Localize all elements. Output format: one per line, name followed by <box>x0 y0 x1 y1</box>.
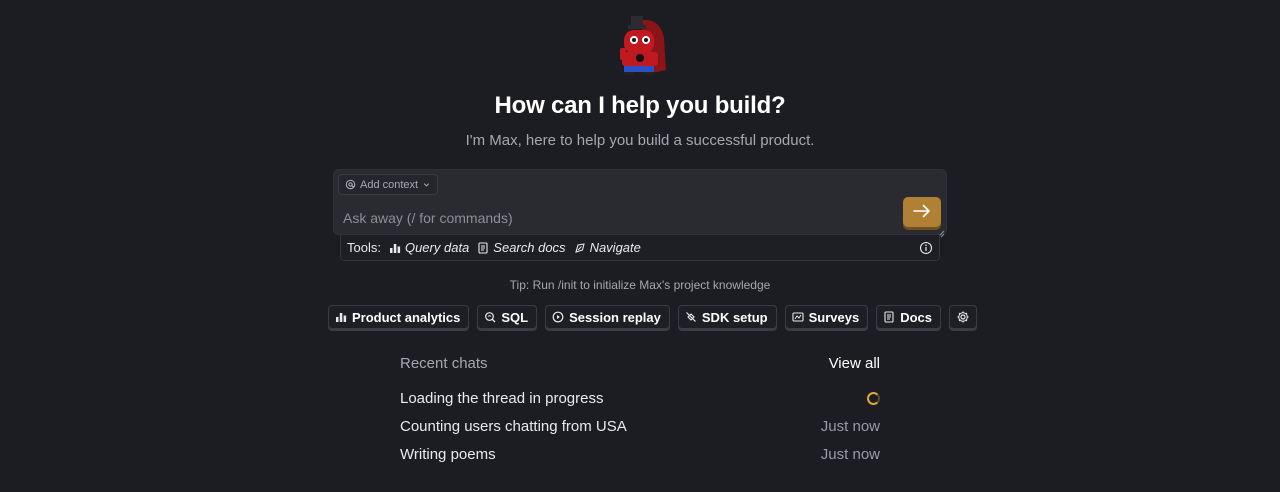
tool-label: Search docs <box>493 240 566 255</box>
suggestion-product-analytics[interactable]: Product analytics <box>328 305 470 329</box>
suggestion-session-replay[interactable]: Session replay <box>545 305 670 329</box>
chat-composer: Add context <box>333 169 947 238</box>
add-context-label: Add context <box>360 178 419 191</box>
view-all-link[interactable]: View all <box>829 355 880 372</box>
tool-search-docs: Search docs <box>477 240 566 255</box>
page-subtitle: I'm Max, here to help you build a succes… <box>465 132 815 149</box>
max-mascot-logo <box>612 12 668 76</box>
suggestion-chips: Product analytics SQL Session replay SDK… <box>328 305 978 330</box>
chip-label: Surveys <box>808 309 860 325</box>
survey-icon <box>792 311 804 323</box>
loading-spinner-icon <box>867 391 880 405</box>
replay-icon <box>552 311 564 323</box>
at-sign-icon <box>345 179 356 190</box>
chat-timestamp: Just now <box>820 417 880 435</box>
recent-chats-title: Recent chats <box>400 355 488 372</box>
suggestion-docs[interactable]: Docs <box>876 305 942 329</box>
recent-chats-header: Recent chats View all <box>400 355 880 372</box>
resize-handle[interactable] <box>937 225 945 238</box>
chip-label: Docs <box>900 309 933 325</box>
chat-timestamp: Just now <box>820 445 880 463</box>
suggestion-sql[interactable]: SQL <box>477 305 538 329</box>
gear-icon <box>956 310 970 324</box>
chip-label: SDK setup <box>701 309 768 325</box>
chat-title: Writing poems <box>400 445 496 463</box>
info-icon[interactable] <box>919 241 933 255</box>
tip-text: Tip: Run /init to initialize Max's proje… <box>509 278 771 292</box>
tools-label: Tools: <box>347 240 381 255</box>
tool-navigate: Navigate <box>574 240 641 255</box>
tool-label: Navigate <box>589 240 641 255</box>
chat-title: Counting users chatting from USA <box>400 417 627 435</box>
suggestion-sdk-setup[interactable]: SDK setup <box>677 305 777 329</box>
chat-list-item[interactable]: Writing poems Just now <box>400 443 880 465</box>
compass-icon <box>574 242 586 254</box>
chevron-down-icon <box>422 180 431 189</box>
plug-icon <box>685 311 697 323</box>
send-button[interactable] <box>903 197 941 227</box>
suggestion-surveys[interactable]: Surveys <box>784 305 869 329</box>
page-title: How can I help you build? <box>494 92 786 119</box>
tools-bar: Tools: Query data Search docs Navigate <box>340 235 940 261</box>
chat-list-item[interactable]: Counting users chatting from USA Just no… <box>400 415 880 437</box>
chat-list-item[interactable]: Loading the thread in progress <box>400 387 880 409</box>
sql-icon <box>484 311 496 323</box>
chip-label: SQL <box>501 309 529 325</box>
document-icon <box>477 241 489 254</box>
settings-button[interactable] <box>949 305 978 329</box>
add-context-button[interactable]: Add context <box>338 174 439 195</box>
tool-label: Query data <box>404 240 470 255</box>
document-icon <box>883 311 895 323</box>
chip-label: Product analytics <box>352 309 461 325</box>
chat-input[interactable] <box>343 207 893 229</box>
bar-chart-icon <box>389 242 401 254</box>
chat-title: Loading the thread in progress <box>400 389 604 407</box>
tool-query-data: Query data <box>389 240 469 255</box>
arrow-right-icon <box>913 204 931 221</box>
chip-label: Session replay <box>569 309 661 325</box>
bar-chart-icon <box>335 311 347 323</box>
